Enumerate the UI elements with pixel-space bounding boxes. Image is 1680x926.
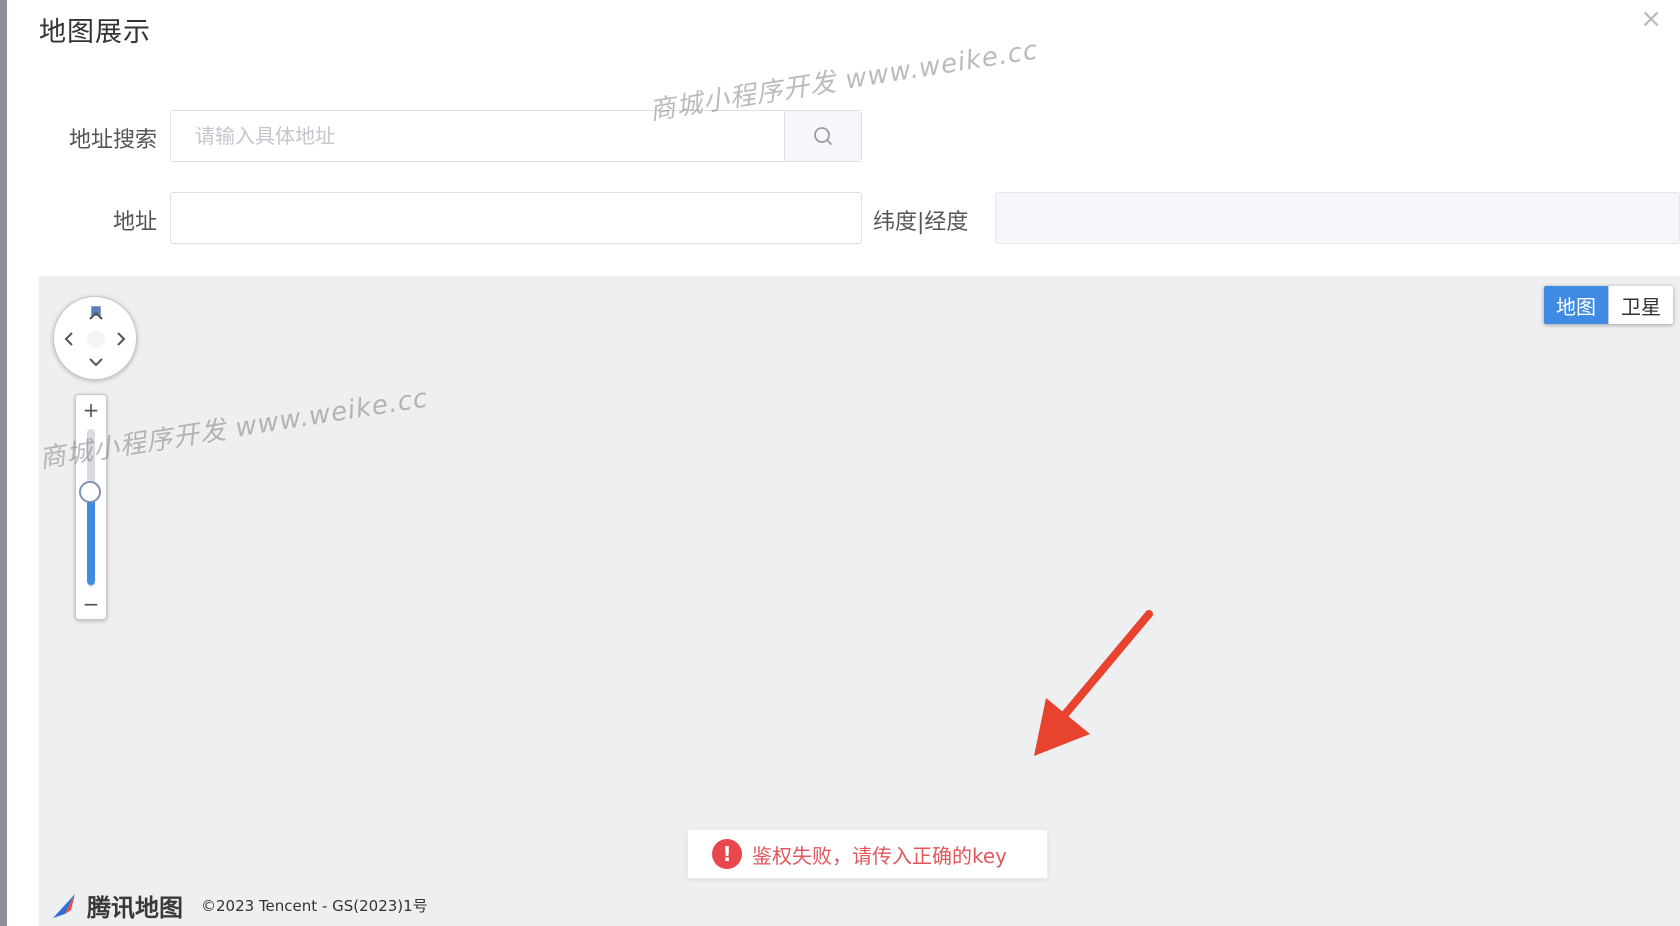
zoom-slider-handle[interactable] bbox=[79, 481, 101, 504]
pan-control[interactable] bbox=[53, 296, 137, 380]
map-attribution: 腾讯地图 ©2023 Tencent - GS(2023)1号 bbox=[51, 888, 428, 923]
map-canvas[interactable]: 地图 卫星 + − ! 鉴权失败，请传入正确的key 腾讯地图 ©2023 Te… bbox=[39, 276, 1680, 926]
background-window-edge bbox=[0, 0, 7, 926]
close-icon[interactable]: × bbox=[1640, 6, 1662, 32]
zoom-out-button[interactable]: − bbox=[76, 592, 106, 616]
map-type-satellite-button[interactable]: 卫星 bbox=[1608, 286, 1673, 324]
address-label: 地址 bbox=[112, 210, 157, 235]
pan-down-icon[interactable] bbox=[87, 357, 105, 369]
pan-center bbox=[87, 330, 105, 348]
tencent-map-logo-icon[interactable] bbox=[51, 892, 79, 920]
map-type-switch: 地图 卫星 bbox=[1544, 286, 1673, 324]
pan-right-icon[interactable] bbox=[116, 330, 128, 348]
auth-error-message: ! 鉴权失败，请传入正确的key bbox=[687, 829, 1048, 879]
dialog-title: 地图展示 bbox=[39, 17, 151, 48]
address-input[interactable] bbox=[170, 192, 862, 244]
zoom-in-button[interactable]: + bbox=[76, 398, 106, 422]
error-icon: ! bbox=[712, 839, 742, 869]
pan-up-icon[interactable] bbox=[87, 309, 105, 321]
search-icon bbox=[814, 127, 832, 145]
search-button[interactable] bbox=[784, 111, 861, 161]
address-search-group bbox=[170, 110, 862, 162]
error-text: 鉴权失败，请传入正确的key bbox=[752, 843, 1008, 868]
tencent-map-logo-text: 腾讯地图 bbox=[87, 894, 183, 922]
latlng-input[interactable] bbox=[995, 192, 1680, 244]
map-dialog: 地图展示 × 地址搜索 地址 纬度|经度 地图 卫星 + bbox=[7, 0, 1680, 926]
red-pointer-arrow-icon bbox=[1034, 610, 1153, 756]
zoom-level-fill bbox=[87, 490, 95, 585]
copyright-text: ©2023 Tencent - GS(2023)1号 bbox=[201, 897, 428, 915]
map-type-map-button[interactable]: 地图 bbox=[1544, 286, 1608, 324]
pan-left-icon[interactable] bbox=[62, 330, 74, 348]
latlng-label: 纬度|经度 bbox=[873, 210, 969, 235]
search-label: 地址搜索 bbox=[68, 128, 157, 153]
